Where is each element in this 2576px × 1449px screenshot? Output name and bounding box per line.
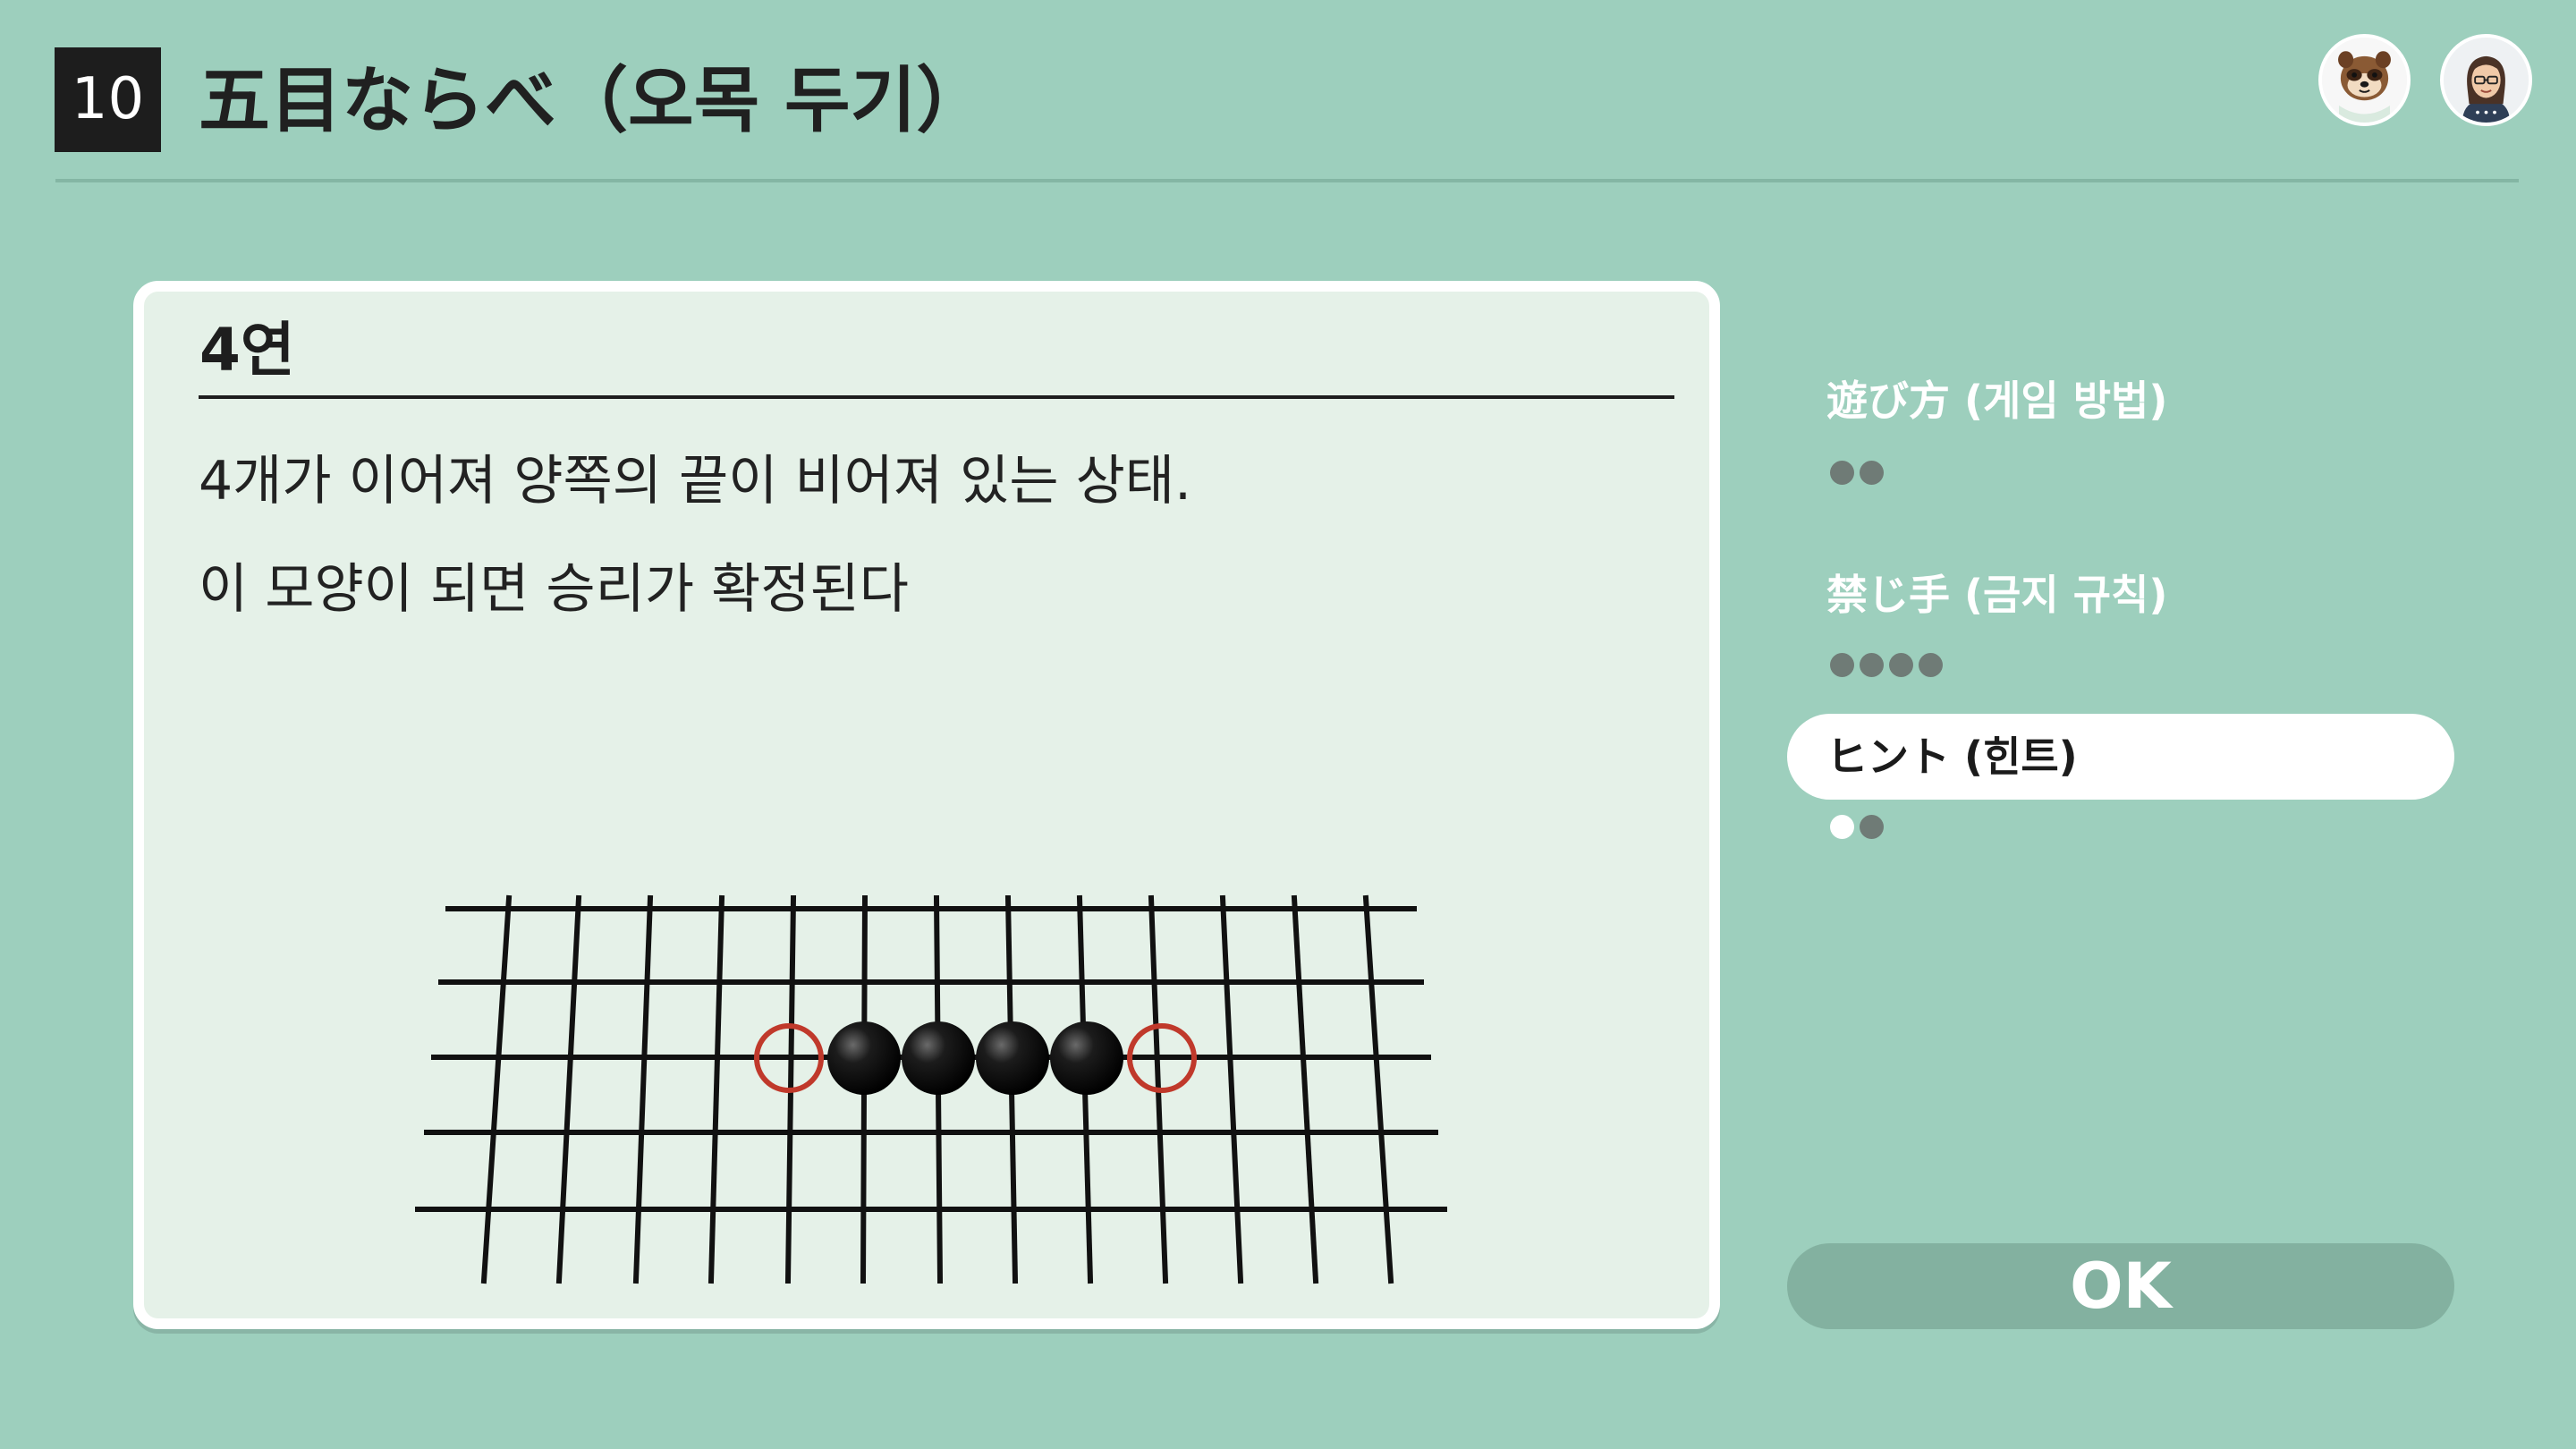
page-dot — [1860, 815, 1884, 839]
board-svg — [415, 894, 1447, 1284]
raccoon-character-icon[interactable] — [2318, 34, 2411, 126]
user-avatar-icon[interactable] — [2440, 34, 2532, 126]
page-dots-forbidden-moves — [1830, 653, 1943, 680]
page-dot — [1830, 653, 1854, 677]
game-number-badge: 10 — [55, 47, 161, 152]
page-dot — [1860, 461, 1884, 485]
card-title-divider — [199, 395, 1674, 399]
description-line-2: 이 모양이 되면 승리가 확정된다 — [199, 558, 909, 621]
page-dots-hint — [1830, 815, 1884, 842]
game-title: 五目ならべ（오목 두기） — [199, 59, 988, 142]
page-dots-how-to-play — [1830, 461, 1884, 487]
black-stone — [1050, 1021, 1123, 1095]
header-divider — [55, 179, 2519, 182]
menu-item-how-to-play[interactable]: 遊び方 (게임 방법) — [1787, 358, 2454, 444]
page-dot — [1919, 653, 1943, 677]
card-title: 4연 — [199, 316, 295, 385]
description-line-1: 4개가 이어져 양쪽의 끝이 비어져 있는 상태. — [199, 450, 1192, 513]
menu-item-forbidden-moves[interactable]: 禁じ手 (금지 규칙) — [1787, 552, 2454, 638]
gomoku-board-diagram — [394, 873, 1468, 1302]
menu-item-hint[interactable]: ヒント (힌트) — [1787, 714, 2454, 800]
page-dot-current — [1830, 815, 1854, 839]
header: 10 五目ならべ（오목 두기） — [0, 0, 2576, 188]
ok-button[interactable]: OK — [1787, 1243, 2454, 1329]
black-stone — [976, 1021, 1049, 1095]
page-dot — [1830, 461, 1854, 485]
hint-card: 4연 4개가 이어져 양쪽의 끝이 비어져 있는 상태. 이 모양이 되면 승리… — [133, 281, 1720, 1329]
black-stone — [827, 1021, 901, 1095]
black-stone — [902, 1021, 975, 1095]
page-dot — [1860, 653, 1884, 677]
page-dot — [1889, 653, 1913, 677]
